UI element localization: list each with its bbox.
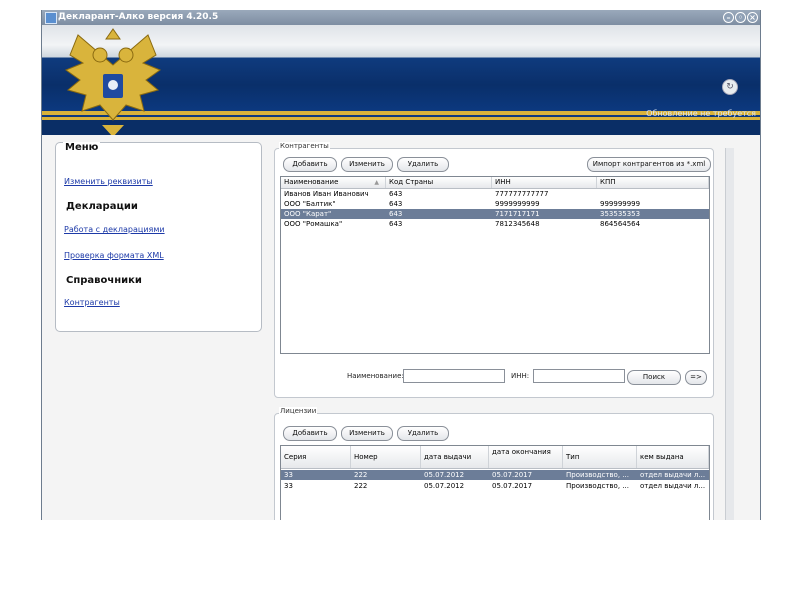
table-cell-kpp: 864564564 (600, 220, 641, 228)
table-cell-type: Производство, ... (566, 471, 629, 479)
table-row[interactable]: ООО "Балтик" 643 9999999999 999999999 (281, 199, 709, 209)
app-window: Декларант-Алко версия 4.20.5 – ◦ × ↻ Обн… (41, 10, 761, 520)
search-button[interactable]: Поиск (627, 370, 681, 385)
filter-inn-input[interactable] (533, 369, 625, 383)
table-cell-inn: 7171717171 (495, 210, 540, 218)
menu-title: Меню (63, 142, 101, 153)
edit-details-link[interactable]: Изменить реквизиты (64, 177, 153, 186)
import-xml-button[interactable]: Импорт контрагентов из *.xml (587, 157, 711, 172)
main-content: Меню Изменить реквизиты Декларации Работ… (42, 135, 760, 520)
update-icon[interactable]: ↻ (722, 79, 738, 95)
filter-inn-label: ИНН: (511, 372, 530, 380)
licenses-legend: Лицензии (279, 407, 318, 415)
app-icon (45, 12, 57, 24)
menu-panel: Меню Изменить реквизиты Декларации Работ… (55, 142, 262, 332)
restore-icon[interactable]: ◦ (735, 12, 746, 23)
column-inn[interactable]: ИНН (492, 177, 597, 188)
vertical-scrollbar[interactable] (725, 148, 734, 520)
licenses-table: Серия Номер дата выдачи дата окончания Т… (280, 445, 710, 520)
table-cell-name: ООО "Карат" (284, 210, 332, 218)
column-series[interactable]: Серия (281, 446, 351, 468)
table-row[interactable]: ООО "Карат" 643 7171717171 353535353 (281, 209, 709, 219)
delete-license-button[interactable]: Удалить (397, 426, 449, 441)
table-cell-issued: 05.07.2012 (424, 482, 465, 490)
filter-name-label: Наименование: (347, 372, 404, 380)
table-cell-expires: 05.07.2017 (492, 482, 533, 490)
coat-of-arms-logo (64, 28, 162, 137)
window-title: Декларант-Алко версия 4.20.5 (58, 12, 219, 22)
table-cell-issued: 05.07.2012 (424, 471, 465, 479)
table-cell-inn: 9999999999 (495, 200, 540, 208)
close-icon[interactable]: × (747, 12, 758, 23)
table-cell-inn: 7812345648 (495, 220, 540, 228)
table-cell-issuer: отдел выдачи л... (640, 482, 706, 490)
column-type[interactable]: Тип (563, 446, 637, 468)
counterparties-link[interactable]: Контрагенты (64, 298, 120, 307)
counterparties-table: Наименование ▲ Код Страны ИНН КПП Иванов … (280, 176, 710, 354)
table-cell-name: ООО "Балтик" (284, 200, 336, 208)
counterparties-legend: Контрагенты (279, 142, 330, 150)
table-row[interactable]: Иванов Иван Иванович 643 777777777777 (281, 189, 709, 199)
column-country[interactable]: Код Страны (386, 177, 492, 188)
sort-asc-icon: ▲ (374, 179, 379, 186)
table-cell-kpp: 999999999 (600, 200, 641, 208)
add-license-button[interactable]: Добавить (283, 426, 337, 441)
edit-license-button[interactable]: Изменить (341, 426, 393, 441)
column-number[interactable]: Номер (351, 446, 421, 468)
table-cell-kpp (597, 189, 709, 199)
table-row[interactable]: 33 222 05.07.2012 05.07.2017 Производство, .… (281, 470, 709, 480)
filter-name-input[interactable] (403, 369, 505, 383)
xml-check-link[interactable]: Проверка формата XML (64, 251, 164, 260)
minimize-icon[interactable]: – (723, 12, 734, 23)
column-kpp[interactable]: КПП (597, 177, 709, 188)
table-cell-series: 33 (284, 482, 293, 490)
table-cell-number: 222 (354, 471, 368, 479)
licenses-group: Лицензии Добавить Изменить Удалить Серия… (274, 407, 714, 520)
column-issued[interactable]: дата выдачи (421, 446, 489, 468)
table-cell-country: 643 (389, 190, 403, 198)
table-cell-number: 222 (354, 482, 368, 490)
table-cell-inn: 777777777777 (495, 190, 549, 198)
work-with-declarations-link[interactable]: Работа с декларациями (64, 225, 165, 234)
title-bar: Декларант-Алко версия 4.20.5 – ◦ × (42, 10, 760, 25)
table-cell-expires: 05.07.2017 (492, 471, 533, 479)
table-cell-kpp: 353535353 (600, 210, 641, 218)
table-cell-issuer: отдел выдачи л... (640, 471, 706, 479)
references-header: Справочники (66, 275, 142, 286)
counterparties-group: Контрагенты Добавить Изменить Удалить Им… (274, 142, 714, 398)
declarations-header: Декларации (66, 201, 138, 212)
edit-counterparty-button[interactable]: Изменить (341, 157, 393, 172)
column-issuer[interactable]: кем выдана (637, 446, 709, 468)
add-counterparty-button[interactable]: Добавить (283, 157, 337, 172)
table-cell-country: 643 (389, 200, 403, 208)
table-cell-name: ООО "Ромашка" (284, 220, 343, 228)
table-cell-country: 643 (389, 210, 403, 218)
table-cell-name: Иванов Иван Иванович (284, 190, 369, 198)
table-cell-type: Производство, ... (566, 482, 629, 490)
update-status: Обновление не требуется (646, 109, 756, 118)
column-name[interactable]: Наименование ▲ (281, 177, 386, 188)
go-arrow-button[interactable]: => (685, 370, 707, 385)
delete-counterparty-button[interactable]: Удалить (397, 157, 449, 172)
table-row[interactable]: 33 222 05.07.2012 05.07.2017 Производство, .… (281, 481, 709, 491)
table-row[interactable]: ООО "Ромашка" 643 7812345648 864564564 (281, 219, 709, 229)
column-expires[interactable]: дата окончания (489, 446, 563, 468)
table-cell-country: 643 (389, 220, 403, 228)
table-cell-series: 33 (284, 471, 293, 479)
